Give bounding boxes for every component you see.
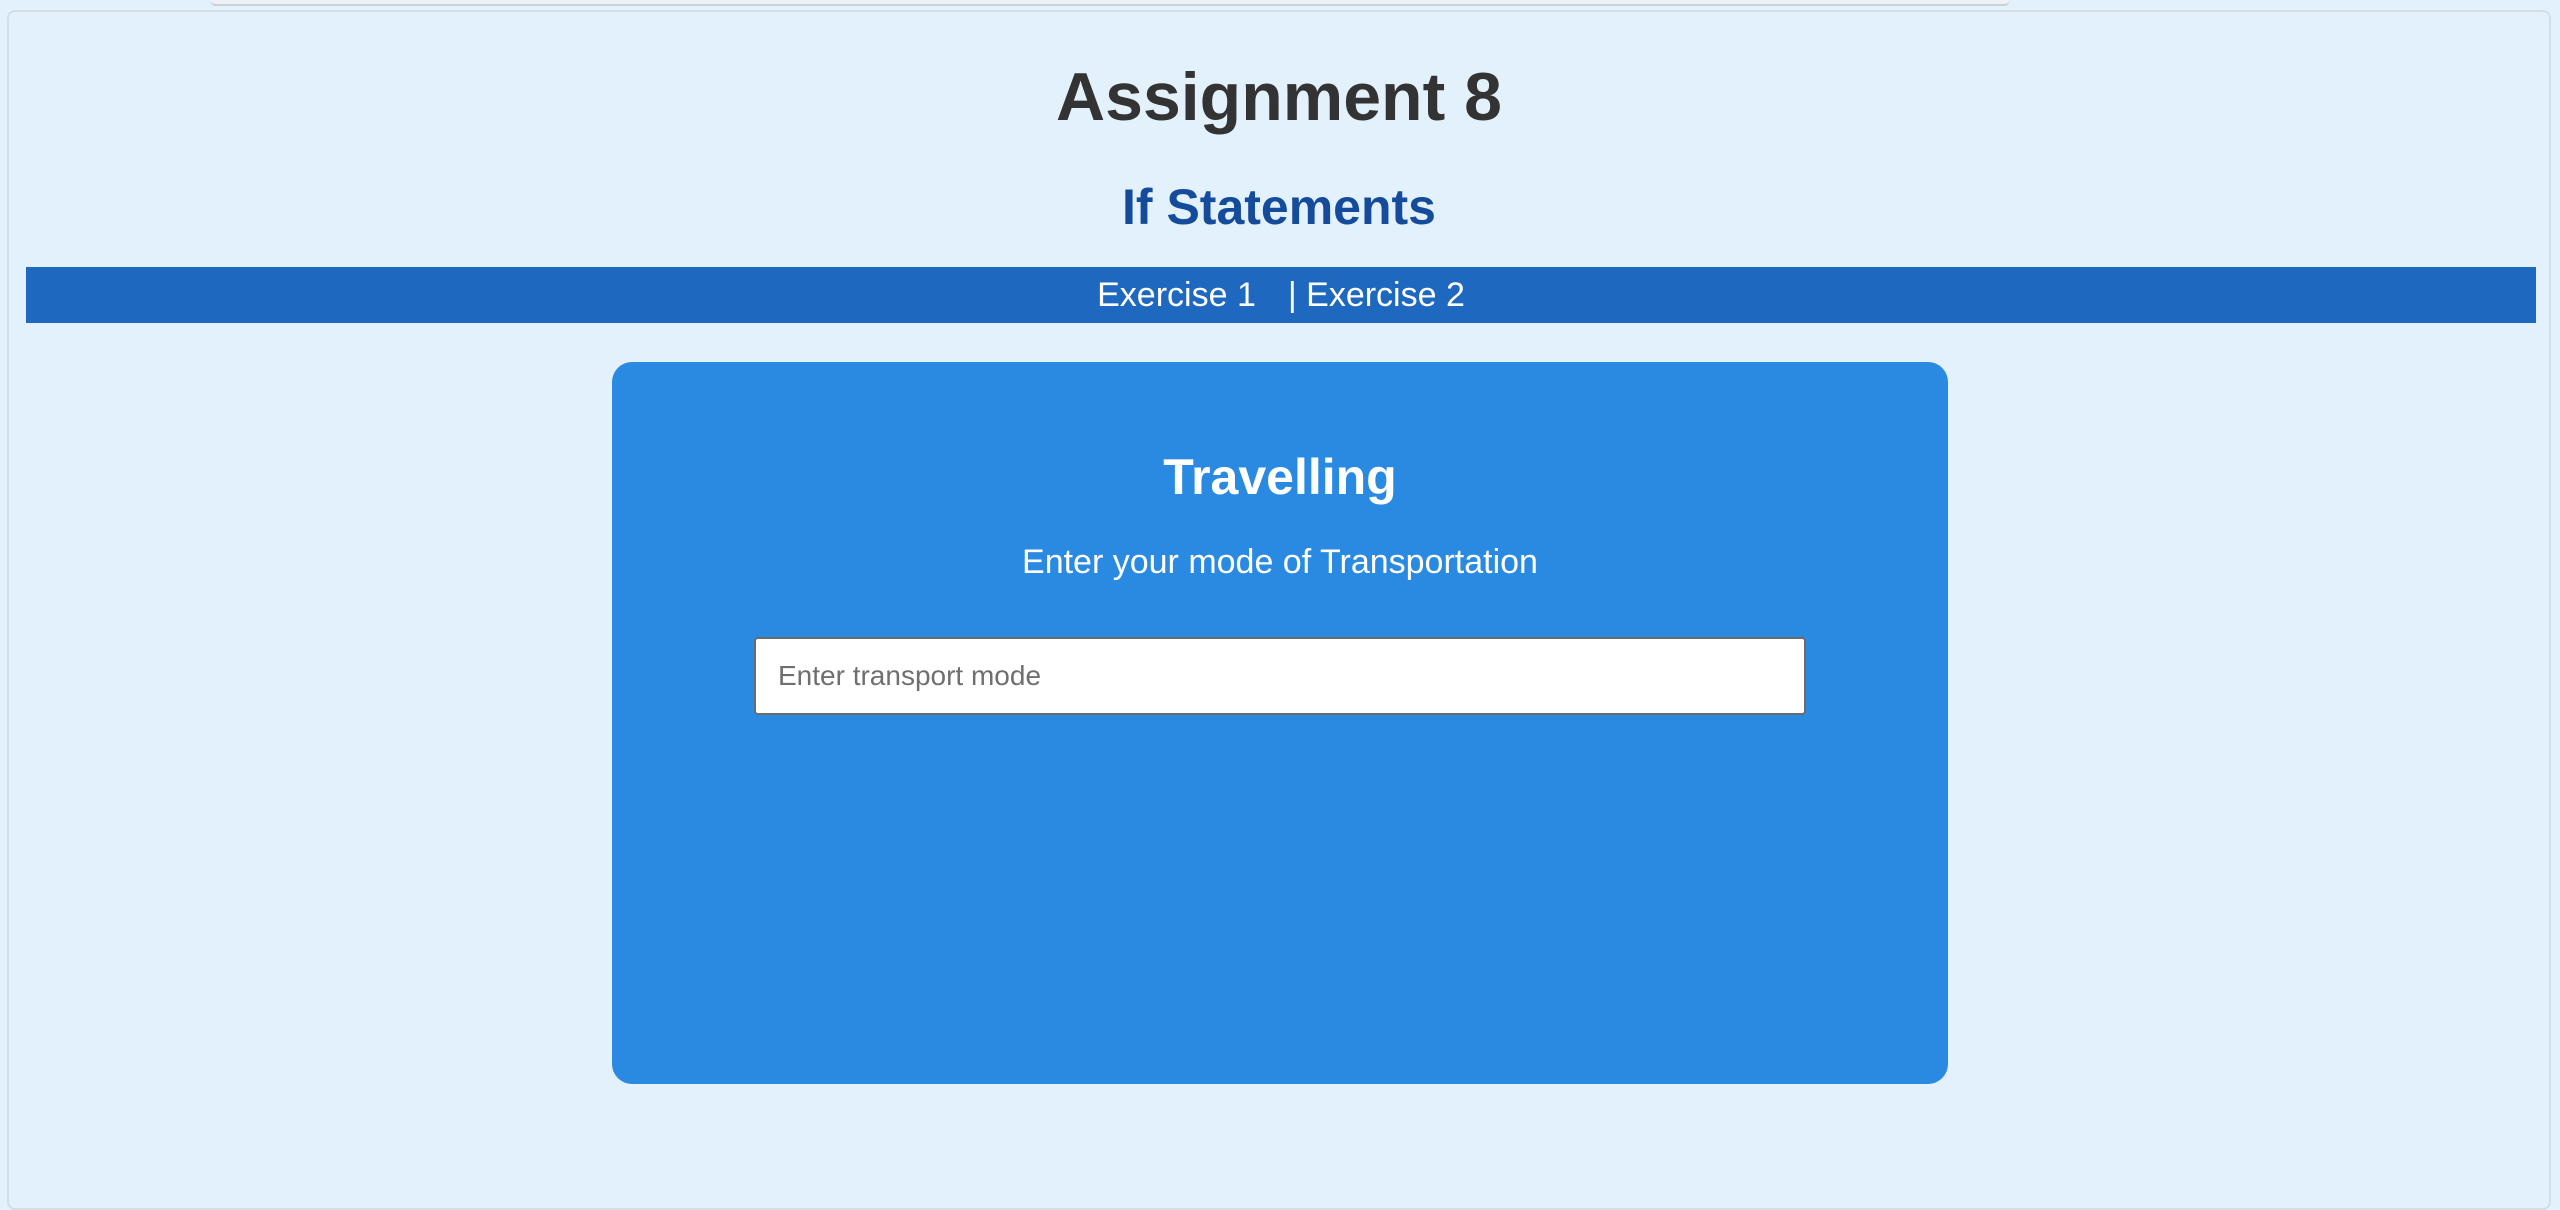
transport-mode-input[interactable] (754, 637, 1806, 715)
browser-top-edge (210, 0, 2010, 6)
nav-link-exercise-2[interactable]: | Exercise 2 (1288, 276, 1465, 314)
nav-link-exercise-1[interactable]: Exercise 1 (1097, 276, 1256, 314)
nav-bar: Exercise 1 | Exercise 2 (26, 267, 2536, 323)
travelling-card: Travelling Enter your mode of Transporta… (612, 362, 1948, 1084)
card-prompt: Enter your mode of Transportation (1022, 543, 1538, 581)
page-subtitle: If Statements (1122, 179, 1436, 235)
nav-links: Exercise 1 | Exercise 2 (1097, 267, 1465, 323)
page-container: Assignment 8 If Statements Exercise 1 | E… (7, 10, 2551, 1210)
card-title: Travelling (1163, 449, 1397, 505)
page-title: Assignment 8 (1056, 59, 1502, 135)
